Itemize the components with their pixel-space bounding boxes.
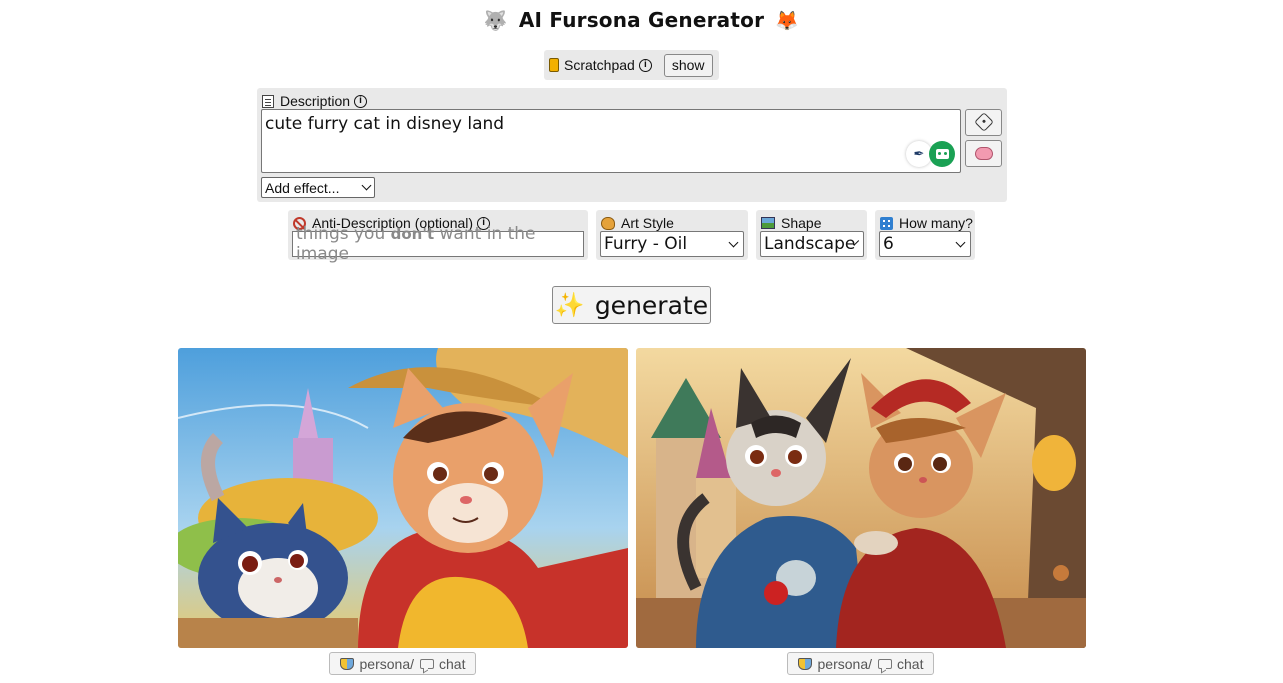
anti-description-panel: Anti-Description (optional) i things you… xyxy=(288,210,588,264)
scratchpad-bar: Scratchpad i show xyxy=(544,50,719,80)
brain-icon xyxy=(974,147,993,160)
description-label: Description xyxy=(280,93,351,109)
show-scratchpad-button[interactable]: show xyxy=(663,53,713,77)
add-effect-value: Add effect... xyxy=(265,179,340,196)
shape-label-row: Shape xyxy=(761,215,821,231)
chat-label: chat xyxy=(439,655,466,672)
notepad-icon xyxy=(549,58,559,72)
persona-label: persona xyxy=(359,655,411,672)
robot-icon[interactable] xyxy=(929,141,955,167)
generate-label: generate xyxy=(594,290,709,320)
result-image-2[interactable] xyxy=(636,348,1086,648)
dice-icon xyxy=(973,112,994,132)
how-many-label: How many? xyxy=(899,215,973,231)
fox-icon: 🦊 xyxy=(775,10,800,32)
sparkles-icon: ✨ xyxy=(554,291,585,319)
speech-bubble-icon xyxy=(878,658,892,669)
add-effect-select[interactable]: Add effect... xyxy=(261,177,375,198)
how-many-label-row: How many? xyxy=(880,215,973,231)
chevron-down-icon xyxy=(361,180,372,191)
art-style-label-row: Art Style xyxy=(601,215,674,231)
info-icon[interactable]: i xyxy=(638,58,652,72)
landscape-picture-icon xyxy=(761,217,775,229)
brain-button[interactable] xyxy=(965,140,1002,167)
speech-bubble-icon xyxy=(420,658,434,669)
description-panel: Description i cute furry cat in disney l… xyxy=(257,88,1007,202)
wolf-icon: 🐺 xyxy=(483,10,508,32)
how-many-panel: How many? 6 xyxy=(875,210,975,260)
art-style-value: Furry - Oil xyxy=(604,234,688,254)
persona-label: persona xyxy=(817,655,869,672)
persona-chat-button-2[interactable]: persona / chat xyxy=(787,652,934,675)
page-title: 🐺 AI Fursona Generator 🦊 xyxy=(0,8,1283,32)
shape-value: Landscape xyxy=(764,234,856,254)
anti-description-input[interactable]: things you don't want in the image xyxy=(292,224,584,264)
masks-icon xyxy=(797,657,812,670)
persona-chat-button-1[interactable]: persona / chat xyxy=(329,652,476,675)
art-style-panel: Art Style Furry - Oil xyxy=(596,210,748,260)
chevron-down-icon xyxy=(955,237,966,247)
shape-select[interactable]: Landscape xyxy=(760,231,864,257)
how-many-value: 6 xyxy=(883,234,894,254)
masks-icon xyxy=(339,657,354,670)
shape-panel: Shape Landscape xyxy=(756,210,867,260)
random-dice-button[interactable] xyxy=(965,109,1002,136)
cat-illustration-1 xyxy=(178,348,628,648)
description-textarea[interactable]: cute furry cat in disney land xyxy=(261,109,961,173)
anti-description-placeholder: things you don't want in the image xyxy=(296,224,536,264)
scratchpad-label: Scratchpad xyxy=(564,57,635,73)
result-image-1[interactable] xyxy=(178,348,628,648)
art-style-label: Art Style xyxy=(621,215,674,231)
chevron-down-icon xyxy=(728,237,739,247)
cat-illustration-2 xyxy=(636,348,1086,648)
palette-icon xyxy=(601,216,615,230)
description-label-row: Description i xyxy=(262,93,368,109)
title-text: AI Fursona Generator xyxy=(518,8,765,32)
generate-button[interactable]: ✨ generate xyxy=(552,286,711,324)
description-info-icon[interactable]: i xyxy=(354,94,368,108)
how-many-select[interactable]: 6 xyxy=(879,231,971,257)
chat-label: chat xyxy=(897,655,924,672)
shape-label: Shape xyxy=(781,215,822,231)
numbers-icon xyxy=(880,216,893,230)
art-style-select[interactable]: Furry - Oil xyxy=(600,231,744,257)
memo-icon xyxy=(262,94,274,108)
